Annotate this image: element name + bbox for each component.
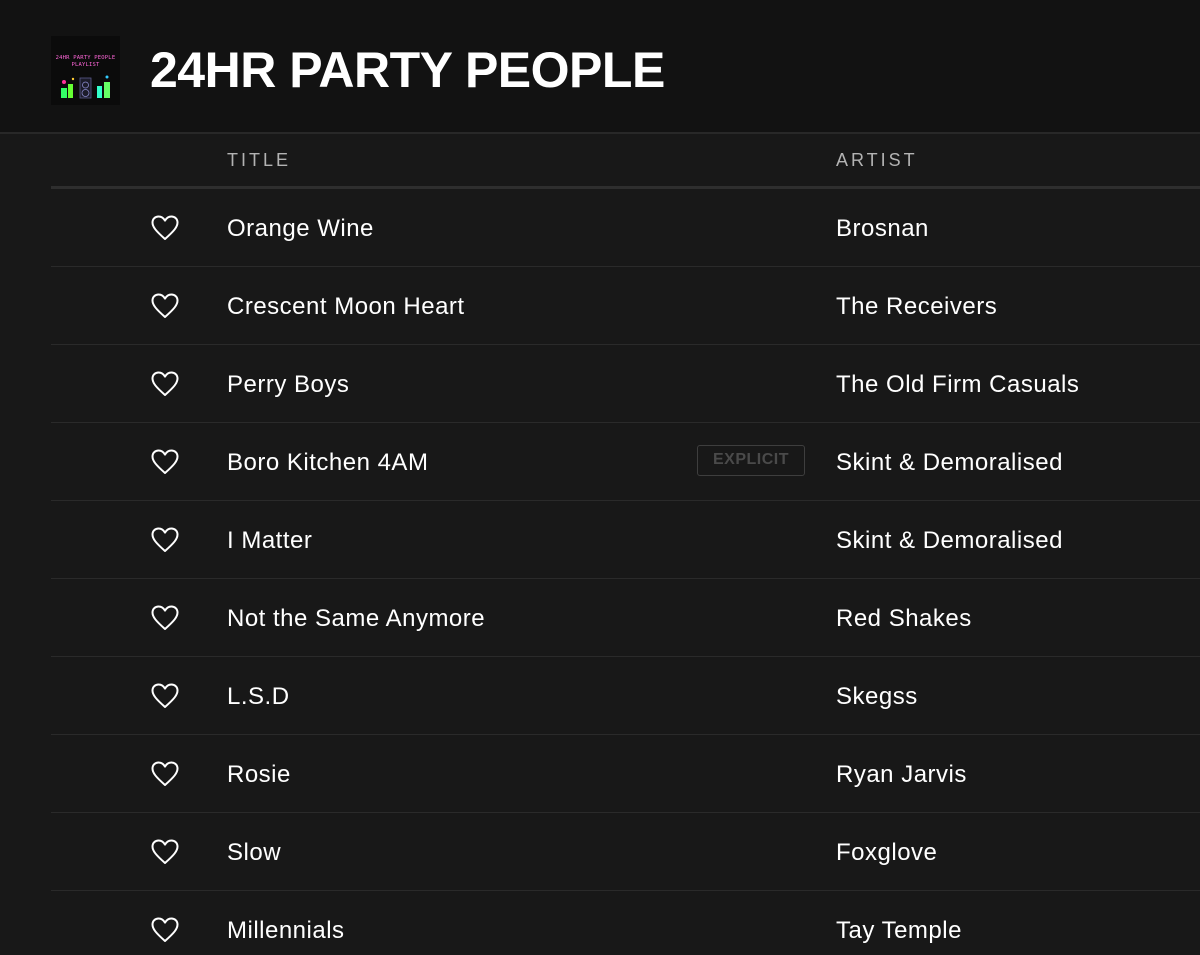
track-title[interactable]: Perry Boys <box>227 371 349 399</box>
track-artist[interactable]: Tay Temple <box>836 917 962 945</box>
heart-icon[interactable] <box>151 527 179 553</box>
heart-icon[interactable] <box>151 683 179 709</box>
heart-icon[interactable] <box>151 449 179 475</box>
cover-caption-line1: 24HR PARTY PEOPLE <box>55 55 116 61</box>
heart-icon[interactable] <box>151 917 179 943</box>
heart-icon[interactable] <box>151 293 179 319</box>
playlist-title: 24HR PARTY PEOPLE <box>150 42 665 98</box>
track-title[interactable]: Millennials <box>227 917 345 945</box>
track-list: Orange Wine Brosnan Crescent Moon Heart The… <box>51 189 1200 955</box>
track-title[interactable]: I Matter <box>227 527 312 555</box>
heart-icon[interactable] <box>151 215 179 241</box>
playlist-header: 24HR PARTY PEOPLE PLAYLIST 24HR PARTY PE… <box>0 0 1200 134</box>
track-row[interactable]: L.S.D Skegss <box>51 657 1200 735</box>
explicit-badge: EXPLICIT <box>697 445 805 476</box>
playlist-view: 24HR PARTY PEOPLE PLAYLIST 24HR PARTY PE… <box>0 0 1200 955</box>
track-title[interactable]: Not the Same Anymore <box>227 605 485 633</box>
heart-icon[interactable] <box>151 371 179 397</box>
track-row[interactable]: Millennials Tay Temple <box>51 891 1200 955</box>
cover-caption-line2: PLAYLIST <box>71 62 100 68</box>
track-title[interactable]: Boro Kitchen 4AM <box>227 449 428 477</box>
track-row[interactable]: Rosie Ryan Jarvis <box>51 735 1200 813</box>
track-row[interactable]: Boro Kitchen 4AM EXPLICIT Skint & Demorali… <box>51 423 1200 501</box>
track-artist[interactable]: Skint & Demoralised <box>836 449 1063 477</box>
heart-icon[interactable] <box>151 761 179 787</box>
track-artist[interactable]: Foxglove <box>836 839 937 867</box>
track-artist[interactable]: Brosnan <box>836 215 929 243</box>
track-row[interactable]: Orange Wine Brosnan <box>51 189 1200 267</box>
track-title[interactable]: Orange Wine <box>227 215 374 243</box>
column-header-artist[interactable]: ARTIST <box>836 150 918 171</box>
track-row[interactable]: I Matter Skint & Demoralised <box>51 501 1200 579</box>
track-row[interactable]: Slow Foxglove <box>51 813 1200 891</box>
track-row[interactable]: Crescent Moon Heart The Receivers <box>51 267 1200 345</box>
track-row[interactable]: Perry Boys The Old Firm Casuals <box>51 345 1200 423</box>
track-title[interactable]: L.S.D <box>227 683 290 711</box>
track-row[interactable]: Not the Same Anymore Red Shakes <box>51 579 1200 657</box>
track-title[interactable]: Crescent Moon Heart <box>227 293 465 321</box>
heart-icon[interactable] <box>151 605 179 631</box>
heart-icon[interactable] <box>151 839 179 865</box>
track-artist[interactable]: Ryan Jarvis <box>836 761 967 789</box>
playlist-cover[interactable]: 24HR PARTY PEOPLE PLAYLIST <box>51 36 120 105</box>
cover-art-graphic <box>51 36 120 105</box>
track-title[interactable]: Slow <box>227 839 281 867</box>
track-artist[interactable]: The Receivers <box>836 293 997 321</box>
column-header-title[interactable]: TITLE <box>227 150 291 171</box>
track-artist[interactable]: Red Shakes <box>836 605 972 633</box>
track-artist[interactable]: Skint & Demoralised <box>836 527 1063 555</box>
cover-caption: 24HR PARTY PEOPLE PLAYLIST <box>51 55 120 69</box>
track-artist[interactable]: The Old Firm Casuals <box>836 371 1079 399</box>
track-title[interactable]: Rosie <box>227 761 291 789</box>
track-artist[interactable]: Skegss <box>836 683 918 711</box>
